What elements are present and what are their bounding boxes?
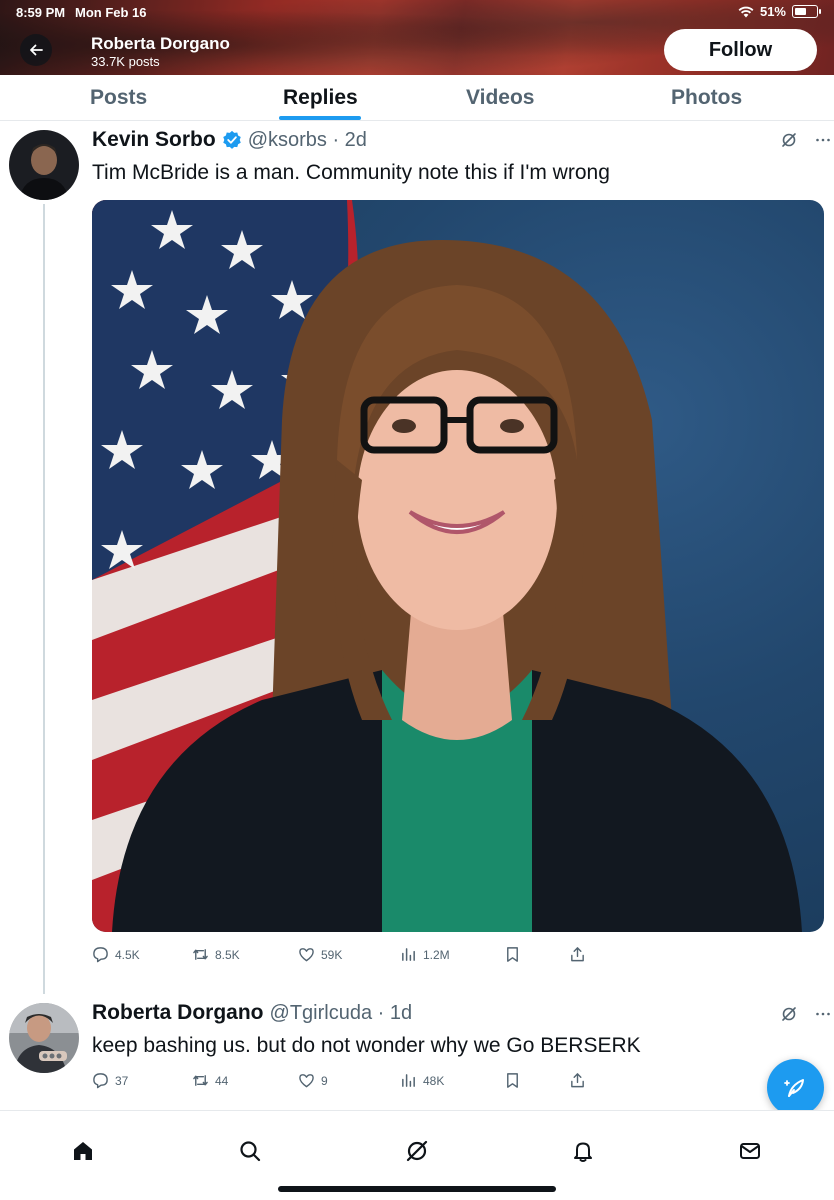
like-count: 59K xyxy=(321,947,343,962)
tab-posts[interactable]: Posts xyxy=(90,86,147,110)
tweet-header: Roberta Dorgano @Tgirlcuda · 1d xyxy=(92,1001,412,1025)
repost-button[interactable]: 8.5K xyxy=(192,946,240,963)
heart-icon xyxy=(299,948,314,962)
grok-icon[interactable] xyxy=(781,132,797,148)
grok-icon[interactable] xyxy=(405,1139,429,1163)
more-icon[interactable] xyxy=(815,1006,831,1022)
profile-header: Roberta Dorgano 33.7K posts xyxy=(91,34,230,69)
more-icon[interactable] xyxy=(815,132,831,148)
status-right: 51% xyxy=(738,4,821,19)
avatar[interactable] xyxy=(9,1003,79,1073)
reply-icon xyxy=(93,947,108,963)
compose-button[interactable] xyxy=(767,1059,824,1116)
status-bar: 8:59 PM Mon Feb 16 51% xyxy=(0,0,834,24)
active-tab-indicator xyxy=(279,116,361,120)
bookmark-button[interactable] xyxy=(504,1072,521,1089)
tweet-header: Kevin Sorbo @ksorbs · 2d xyxy=(92,128,367,152)
avatar[interactable] xyxy=(9,130,79,200)
status-date: Mon Feb 16 xyxy=(75,5,147,20)
bookmark-icon xyxy=(507,1073,518,1088)
search-icon[interactable] xyxy=(238,1139,262,1163)
share-icon xyxy=(571,1073,584,1088)
repost-count: 44 xyxy=(215,1073,229,1088)
like-button[interactable]: 59K xyxy=(298,946,342,963)
repost-count: 8.5K xyxy=(215,947,240,962)
profile-post-count: 33.7K posts xyxy=(91,54,160,69)
views-button[interactable]: 1.2M xyxy=(400,946,450,963)
wifi-icon xyxy=(738,6,754,17)
views-count: 1.2M xyxy=(423,947,450,962)
tab-replies[interactable]: Replies xyxy=(283,86,358,110)
reply-icon xyxy=(93,1073,108,1089)
tweet-actions: 37 44 9 48K xyxy=(92,1072,592,1092)
home-indicator[interactable] xyxy=(278,1186,556,1192)
tweet-photo[interactable] xyxy=(92,200,824,932)
repost-icon xyxy=(193,1075,208,1086)
repost-icon xyxy=(193,949,208,960)
views-icon xyxy=(402,1074,415,1087)
bookmark-button[interactable] xyxy=(504,946,521,963)
follow-button[interactable]: Follow xyxy=(664,29,817,71)
reply-button[interactable]: 37 xyxy=(92,1072,128,1089)
tab-photos[interactable]: Photos xyxy=(671,86,742,110)
tab-videos[interactable]: Videos xyxy=(466,86,534,110)
arrow-left-icon xyxy=(30,44,43,56)
grok-icon[interactable] xyxy=(781,1006,797,1022)
profile-name: Roberta Dorgano xyxy=(91,34,230,53)
battery-percent: 51% xyxy=(759,4,786,19)
bookmark-icon xyxy=(507,947,518,962)
tweet-text: Tim McBride is a man. Community note thi… xyxy=(92,161,610,184)
battery-icon xyxy=(792,5,821,18)
author-handle[interactable]: @Tgirlcuda · 1d xyxy=(270,1002,413,1025)
views-button[interactable]: 48K xyxy=(400,1072,444,1089)
author-handle[interactable]: @ksorbs · 2d xyxy=(248,129,367,152)
reply-count: 4.5K xyxy=(115,947,140,962)
verified-badge-icon xyxy=(222,130,241,149)
notifications-icon[interactable] xyxy=(571,1139,595,1163)
share-button[interactable] xyxy=(569,946,586,963)
home-icon[interactable] xyxy=(71,1139,95,1163)
views-icon xyxy=(402,948,415,961)
tweet-actions: 4.5K 8.5K 59K 1.2M xyxy=(92,946,592,966)
tweet-top-actions xyxy=(781,132,831,148)
repost-button[interactable]: 44 xyxy=(192,1072,228,1089)
tweet-top-actions xyxy=(781,1006,831,1022)
like-button[interactable]: 9 xyxy=(298,1072,328,1089)
heart-icon xyxy=(299,1074,314,1088)
profile-tabs: Posts Replies Videos Photos xyxy=(0,75,834,121)
reply-count: 37 xyxy=(115,1073,129,1088)
share-icon xyxy=(571,947,584,962)
thread-connector-line xyxy=(43,204,45,994)
views-count: 48K xyxy=(423,1073,445,1088)
status-time: 8:59 PM xyxy=(16,5,66,20)
back-button[interactable] xyxy=(20,34,52,66)
author-name[interactable]: Kevin Sorbo xyxy=(92,128,216,152)
reply-button[interactable]: 4.5K xyxy=(92,946,140,963)
like-count: 9 xyxy=(321,1073,328,1088)
compose-icon xyxy=(783,1078,804,1097)
tweet-text: keep bashing us. but do not wonder why w… xyxy=(92,1034,641,1057)
author-name[interactable]: Roberta Dorgano xyxy=(92,1001,264,1025)
messages-icon[interactable] xyxy=(738,1139,762,1163)
share-button[interactable] xyxy=(569,1072,586,1089)
